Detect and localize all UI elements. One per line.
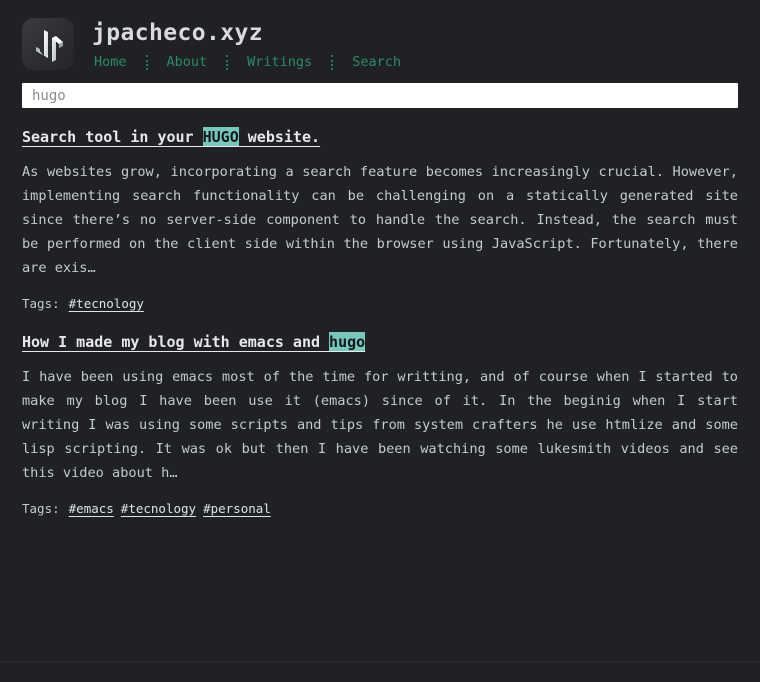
- search-input[interactable]: [22, 83, 738, 108]
- result-title-text-before: Search tool in your: [22, 128, 203, 146]
- site-header: jpacheco.xyz Home About Writings Search: [0, 0, 760, 71]
- result-title-highlight: HUGO: [203, 127, 239, 147]
- tag-link[interactable]: #tecnology: [69, 296, 144, 311]
- search-results-list: Search tool in your HUGO website. As web…: [0, 126, 760, 518]
- result-tags-row: Tags: #tecnology: [22, 295, 738, 313]
- result-excerpt: As websites grow, incorporating a search…: [22, 160, 738, 280]
- nav-item-home[interactable]: Home: [92, 53, 129, 71]
- site-logo[interactable]: [22, 18, 74, 70]
- result-title-text-after: website.: [239, 128, 320, 146]
- result-title-link[interactable]: How I made my blog with emacs and hugo: [22, 331, 365, 353]
- result-excerpt: I have been using emacs most of the time…: [22, 365, 738, 485]
- search-bar-container: [0, 71, 760, 108]
- result-title-link[interactable]: Search tool in your HUGO website.: [22, 126, 320, 148]
- main-navigation: Home About Writings Search: [92, 53, 403, 71]
- search-result-item: Search tool in your HUGO website. As web…: [22, 126, 738, 313]
- result-title-text-before: How I made my blog with emacs and: [22, 333, 329, 351]
- nav-separator: [146, 55, 148, 70]
- nav-separator: [331, 55, 333, 70]
- nav-item-writings[interactable]: Writings: [245, 53, 314, 71]
- jp-monogram-icon: [22, 18, 74, 70]
- nav-separator: [226, 55, 228, 70]
- tag-link[interactable]: #personal: [203, 501, 271, 516]
- search-result-item: How I made my blog with emacs and hugo I…: [22, 331, 738, 518]
- tag-link[interactable]: #emacs: [69, 501, 114, 516]
- result-title-highlight: hugo: [329, 332, 365, 352]
- tags-label: Tags:: [22, 296, 60, 311]
- tags-label: Tags:: [22, 501, 60, 516]
- nav-item-about[interactable]: About: [165, 53, 210, 71]
- site-title: jpacheco.xyz: [92, 19, 403, 47]
- brand-block: jpacheco.xyz Home About Writings Search: [92, 18, 403, 71]
- nav-item-search[interactable]: Search: [350, 53, 403, 71]
- footer-divider: [0, 661, 760, 662]
- tag-link[interactable]: #tecnology: [121, 501, 196, 516]
- result-tags-row: Tags: #emacs #tecnology #personal: [22, 500, 738, 518]
